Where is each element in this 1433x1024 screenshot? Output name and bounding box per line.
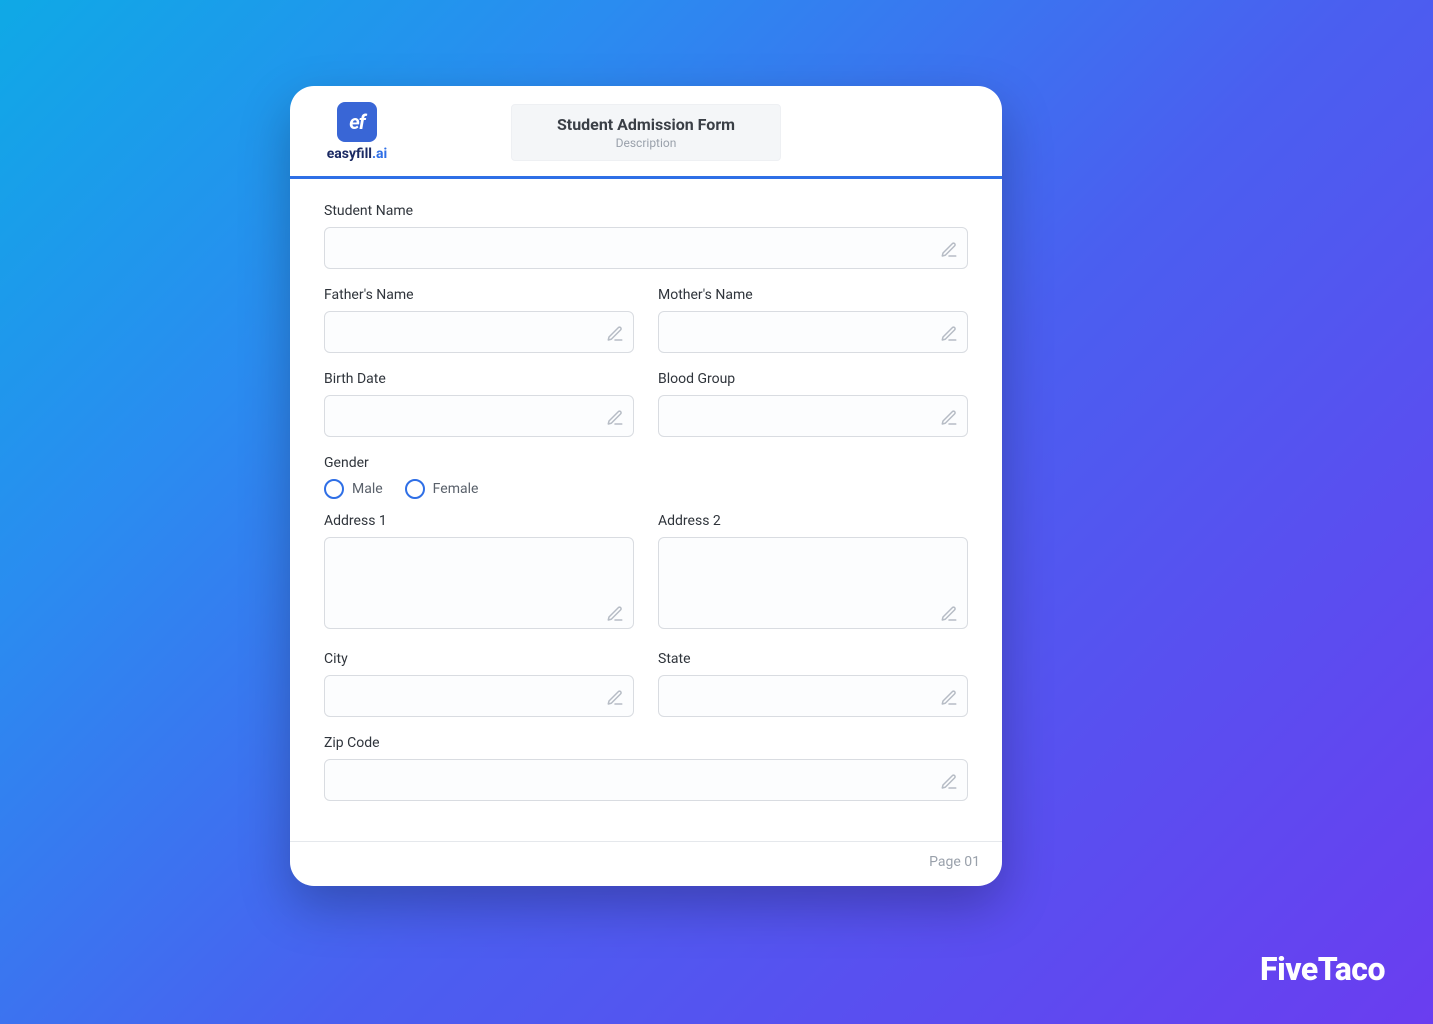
field-address2: Address 2 — [658, 513, 968, 633]
edit-icon[interactable] — [940, 325, 958, 343]
input-wrap — [324, 759, 968, 801]
fathers-name-input[interactable] — [324, 311, 634, 353]
field-mothers-name: Mother's Name — [658, 287, 968, 353]
field-fathers-name: Father's Name — [324, 287, 634, 353]
edit-icon[interactable] — [940, 409, 958, 427]
input-wrap — [658, 395, 968, 437]
zip-code-input[interactable] — [324, 759, 968, 801]
field-birth-date: Birth Date — [324, 371, 634, 437]
label-mothers-name: Mother's Name — [658, 287, 968, 303]
brand-name-main: easyfill — [327, 146, 372, 162]
label-student-name: Student Name — [324, 203, 968, 219]
gender-option-female[interactable]: Female — [405, 479, 479, 499]
input-wrap — [324, 537, 634, 633]
label-address2: Address 2 — [658, 513, 968, 529]
birth-date-input[interactable] — [324, 395, 634, 437]
edit-icon[interactable] — [940, 773, 958, 791]
brand-name-accent: .ai — [372, 146, 387, 162]
edit-icon[interactable] — [940, 689, 958, 707]
card-body: Student Name Father's Name Moth — [290, 179, 1002, 841]
radio-icon — [405, 479, 425, 499]
label-gender: Gender — [324, 455, 968, 471]
mothers-name-input[interactable] — [658, 311, 968, 353]
page-number: Page 01 — [929, 854, 980, 870]
field-blood-group: Blood Group — [658, 371, 968, 437]
brand-icon: ef — [337, 102, 377, 142]
address1-input[interactable] — [324, 537, 634, 629]
city-input[interactable] — [324, 675, 634, 717]
card-header: ef easyfill.ai Student Admission Form De… — [290, 86, 1002, 179]
watermark: FiveTaco — [1260, 950, 1385, 988]
edit-icon[interactable] — [940, 241, 958, 259]
label-blood-group: Blood Group — [658, 371, 968, 387]
state-input[interactable] — [658, 675, 968, 717]
input-wrap — [324, 311, 634, 353]
gender-option-male[interactable]: Male — [324, 479, 383, 499]
gender-radio-row: Male Female — [324, 479, 968, 499]
label-address1: Address 1 — [324, 513, 634, 529]
label-fathers-name: Father's Name — [324, 287, 634, 303]
label-city: City — [324, 651, 634, 667]
radio-icon — [324, 479, 344, 499]
edit-icon[interactable] — [606, 409, 624, 427]
edit-icon[interactable] — [606, 605, 624, 623]
field-city: City — [324, 651, 634, 717]
form-subtitle: Description — [550, 136, 742, 150]
blood-group-input[interactable] — [658, 395, 968, 437]
input-wrap — [658, 675, 968, 717]
edit-icon[interactable] — [606, 689, 624, 707]
input-wrap — [658, 537, 968, 633]
input-wrap — [324, 675, 634, 717]
field-gender: Gender Male Female — [324, 455, 968, 499]
label-state: State — [658, 651, 968, 667]
input-wrap — [658, 311, 968, 353]
field-state: State — [658, 651, 968, 717]
gender-option-label: Male — [352, 481, 383, 497]
brand-logo: ef easyfill.ai — [312, 102, 402, 162]
form-title: Student Admission Form — [550, 115, 742, 134]
gender-option-label: Female — [433, 481, 479, 497]
student-name-input[interactable] — [324, 227, 968, 269]
field-student-name: Student Name — [324, 203, 968, 269]
card-footer: Page 01 — [290, 841, 1002, 886]
input-wrap — [324, 227, 968, 269]
edit-icon[interactable] — [940, 605, 958, 623]
label-birth-date: Birth Date — [324, 371, 634, 387]
label-zip-code: Zip Code — [324, 735, 968, 751]
address2-input[interactable] — [658, 537, 968, 629]
edit-icon[interactable] — [606, 325, 624, 343]
field-zip-code: Zip Code — [324, 735, 968, 801]
input-wrap — [324, 395, 634, 437]
brand-name: easyfill.ai — [327, 146, 388, 162]
form-title-pill[interactable]: Student Admission Form Description — [511, 104, 781, 161]
form-card: ef easyfill.ai Student Admission Form De… — [290, 86, 1002, 886]
field-address1: Address 1 — [324, 513, 634, 633]
